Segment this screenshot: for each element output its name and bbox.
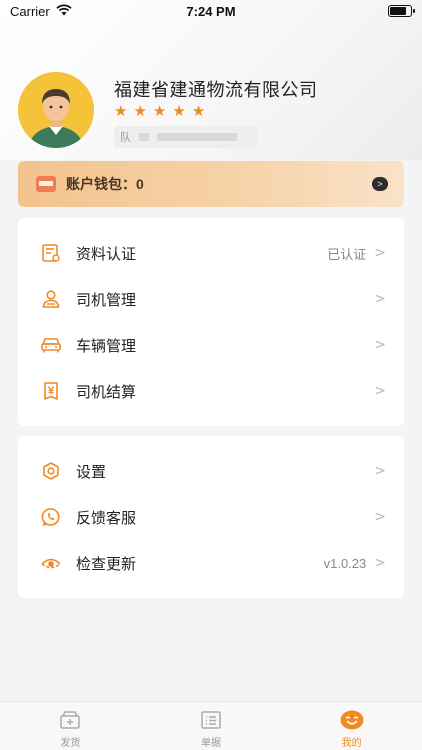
star-icon: ★ — [172, 103, 186, 120]
tab-ship[interactable]: 发货 — [0, 702, 141, 750]
menu-card-main: 资料认证 已认证 > 司机管理 > 车辆管理 > 司机结算 > — [18, 218, 404, 426]
status-bar: Carrier 7:24 PM — [0, 0, 422, 24]
chevron-right-icon: > — [374, 291, 386, 307]
tab-label: 单据 — [201, 738, 221, 749]
blurred-text — [157, 133, 237, 141]
chevron-right-icon: > — [374, 509, 386, 525]
star-icon: ★ — [133, 103, 147, 120]
menu-item-label: 司机结算 — [76, 383, 137, 401]
menu-item-label: 车辆管理 — [76, 337, 137, 355]
phone-number-masked: 队 — [114, 126, 258, 148]
star-icon: ★ — [191, 103, 206, 120]
menu-item-label: 资料认证 — [76, 245, 137, 263]
star-icon: ★ — [114, 103, 128, 120]
smile-face-icon — [340, 710, 364, 730]
wallet-icon — [36, 176, 56, 192]
chevron-right-icon: > — [374, 337, 386, 353]
menu-item-label: 反馈客服 — [76, 509, 137, 527]
wallet-bar[interactable]: 账户钱包：0 > — [18, 161, 404, 207]
menu-item-driver-settlement[interactable]: 司机结算 > — [18, 368, 404, 414]
menu-card-other: 设置 > 反馈客服 > 检查更新 v1.0.23 > — [18, 436, 404, 598]
menu-item-settings[interactable]: 设置 > — [18, 448, 404, 494]
tab-mine[interactable]: 我的 — [281, 702, 422, 750]
document-list-icon — [199, 710, 223, 730]
menu-item-label: 设置 — [76, 463, 107, 481]
menu-item-verification[interactable]: 资料认证 已认证 > — [18, 230, 404, 276]
profile-section[interactable]: 福建省建通物流有限公司 ★ ★ ★ ★ ★ 队 — [18, 72, 408, 148]
avatar[interactable] — [18, 72, 94, 148]
company-name: 福建省建通物流有限公司 — [114, 80, 318, 100]
app-version: v1.0.23 — [323, 555, 367, 571]
driver-icon — [40, 288, 62, 310]
menu-item-label: 司机管理 — [76, 291, 137, 309]
car-icon — [40, 334, 62, 356]
tab-label: 发货 — [60, 738, 81, 749]
chevron-right-icon: > — [374, 555, 386, 571]
tab-label: 我的 — [341, 738, 362, 749]
menu-item-label: 检查更新 — [76, 555, 137, 573]
blurred-text — [139, 133, 149, 141]
yuan-icon — [40, 380, 62, 402]
chevron-right-icon: > — [374, 463, 386, 479]
clock: 7:24 PM — [186, 4, 236, 19]
verification-status: 已认证 — [327, 246, 367, 262]
menu-item-feedback[interactable]: 反馈客服 > — [18, 494, 404, 540]
battery-icon — [388, 5, 415, 17]
box-icon — [58, 710, 82, 730]
id-card-icon — [40, 242, 62, 264]
chevron-right-icon: > — [374, 245, 386, 261]
tab-bar: 发货 单据 我的 — [0, 701, 422, 750]
settings-icon — [40, 460, 62, 482]
menu-item-driver-management[interactable]: 司机管理 > — [18, 276, 404, 322]
update-eye-icon — [40, 552, 62, 574]
arrow-right-icon: > — [372, 177, 388, 191]
menu-item-check-update[interactable]: 检查更新 v1.0.23 > — [18, 540, 404, 586]
wallet-label: 账户钱包：0 — [66, 176, 144, 192]
rating-stars: ★ ★ ★ ★ ★ — [114, 102, 205, 120]
star-icon: ★ — [152, 103, 167, 120]
menu-item-vehicle-management[interactable]: 车辆管理 > — [18, 322, 404, 368]
phone-icon — [40, 506, 62, 528]
tab-documents[interactable]: 单据 — [141, 702, 282, 750]
chevron-right-icon: > — [374, 383, 386, 399]
phone-prefix: 队 — [120, 132, 131, 144]
